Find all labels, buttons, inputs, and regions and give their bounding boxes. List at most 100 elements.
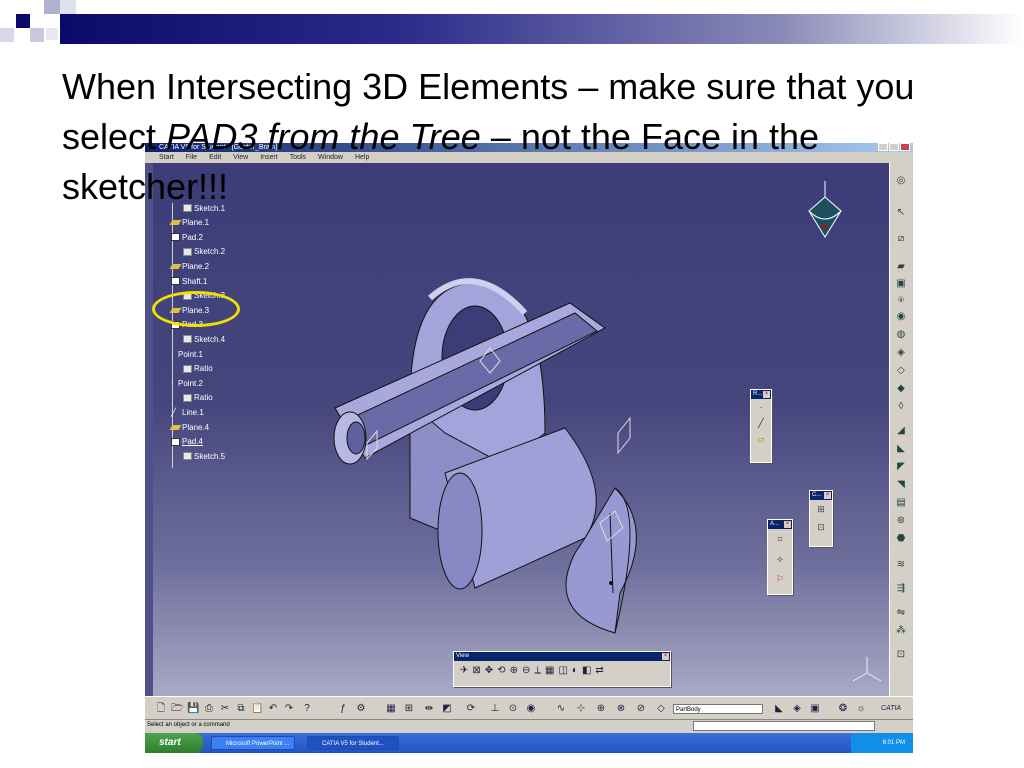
tree-node-pad-2[interactable]: Pad.2 — [171, 232, 203, 242]
scan-icon[interactable]: ◇ — [655, 703, 667, 715]
tree-node-shaft-1[interactable]: Shaft.1 — [171, 276, 207, 286]
command-input[interactable] — [693, 721, 875, 731]
constraint-dialog-icon[interactable]: ⊡ — [810, 518, 832, 536]
in-work-object-icon[interactable]: ◣ — [773, 703, 785, 715]
redo-icon[interactable]: ↷ — [283, 703, 295, 715]
help-icon[interactable]: ? — [301, 703, 313, 715]
remove-face-icon[interactable]: ⬣ — [894, 533, 908, 545]
slot-icon[interactable]: ◈ — [894, 347, 908, 359]
sketch-icon[interactable]: ⧄ — [894, 233, 908, 245]
loft-icon[interactable]: ◆ — [894, 383, 908, 395]
plane-icon[interactable]: ▱ — [751, 431, 771, 447]
tree-node-point-2[interactable]: · Point.2 — [171, 378, 203, 389]
tree-scrollbar[interactable] — [145, 163, 153, 696]
close-icon[interactable]: × — [824, 492, 831, 499]
deco-square — [16, 14, 30, 28]
table-icon[interactable]: ▦ — [385, 703, 397, 715]
draft-analysis-icon[interactable]: ⌗ — [768, 529, 792, 549]
fly-mode-icon[interactable]: ✈ — [460, 665, 468, 676]
fit-all-icon[interactable]: ⊠ — [472, 665, 480, 676]
copy-icon[interactable]: ⧉ — [235, 703, 247, 715]
catalog-icon[interactable]: ⊞ — [403, 703, 415, 715]
pan-icon[interactable]: ✥ — [485, 665, 493, 676]
close-icon[interactable]: × — [763, 391, 770, 398]
fillet-icon[interactable]: ◢ — [894, 425, 908, 437]
tree-node-ratio[interactable]: Ratio — [183, 393, 213, 403]
point-icon[interactable]: · — [751, 399, 771, 415]
thread-icon[interactable]: ⊛ — [894, 515, 908, 527]
hide-show-icon[interactable]: ◧ — [582, 665, 591, 676]
tangent-icon[interactable]: ⚐ — [768, 569, 792, 589]
chamfer-icon[interactable]: ◣ — [894, 443, 908, 455]
stiffener-icon[interactable]: ◇ — [894, 365, 908, 377]
zoom-in-icon[interactable]: ⊕ — [510, 665, 518, 676]
normal-view-icon[interactable]: ⟂ — [534, 665, 541, 676]
shaft-icon[interactable]: ⍟ — [894, 295, 908, 307]
start-button[interactable]: start — [145, 733, 203, 753]
knowledge-icon[interactable]: ⚙ — [355, 703, 367, 715]
environment-icon[interactable]: ❂ — [837, 703, 849, 715]
tree-node-sketch-5[interactable]: Sketch.5 — [183, 451, 225, 461]
3d-model[interactable] — [145, 163, 889, 696]
tree-node-ratio[interactable]: Ratio — [183, 364, 213, 374]
scaling-icon[interactable]: ⊡ — [894, 649, 908, 661]
new-icon[interactable]: 🗋 — [155, 703, 167, 715]
3d-viewport[interactable]: Sketch.1 Plane.1 Pad.2 Sketch.2 Plane.2 Shaft… — [145, 163, 889, 696]
task-catia[interactable]: CATIA V5 for Student... — [307, 736, 399, 750]
tree-node-point-1[interactable]: · Point.1 — [171, 349, 203, 360]
pad-icon[interactable]: ▰ — [894, 261, 908, 273]
tree-node-pad-4[interactable]: Pad.4 — [171, 437, 203, 447]
remove-loft-icon[interactable]: ◊ — [894, 401, 908, 413]
boolean-icon[interactable]: ⊕ — [595, 703, 607, 715]
intersect-icon[interactable]: ⊘ — [635, 703, 647, 715]
undo-icon[interactable]: ↶ — [267, 703, 279, 715]
body-icon[interactable]: ◉ — [525, 703, 537, 715]
paste-icon[interactable]: 📋 — [251, 703, 263, 715]
tree-node-plane-2[interactable]: Plane.2 — [169, 261, 209, 271]
save-icon[interactable]: 💾 — [187, 703, 199, 715]
apply-material-icon[interactable]: ◩ — [441, 703, 453, 715]
close-icon[interactable]: × — [662, 653, 669, 660]
pattern-icon[interactable]: ⁂ — [894, 625, 908, 637]
mirror-icon[interactable]: ⇋ — [894, 607, 908, 619]
tree-node-sketch-4[interactable]: Sketch.4 — [183, 334, 225, 344]
measure-icon[interactable]: ⇹ — [423, 703, 435, 715]
close-icon[interactable]: × — [784, 521, 791, 528]
shell-icon[interactable]: ◥ — [894, 479, 908, 491]
coordinate-icon[interactable]: ⊹ — [575, 703, 587, 715]
assemble-icon[interactable]: ⊗ — [615, 703, 627, 715]
translation-icon[interactable]: ⇶ — [894, 583, 908, 595]
shading-icon[interactable]: ◐ — [572, 665, 578, 676]
formula-icon[interactable]: ƒ — [337, 703, 349, 715]
pocket-icon[interactable]: ▣ — [894, 278, 908, 290]
render-icon[interactable]: ▣ — [809, 703, 821, 715]
sweep-icon[interactable]: ∿ — [555, 703, 567, 715]
partbody-select[interactable]: PartBody — [673, 704, 763, 714]
swap-space-icon[interactable]: ⇄ — [595, 665, 603, 676]
rib-icon[interactable]: ◍ — [894, 329, 908, 341]
tree-node-plane-1[interactable]: Plane.1 — [169, 218, 209, 228]
hole-icon[interactable]: ◉ — [894, 311, 908, 323]
print-icon[interactable]: ⎙ — [203, 703, 215, 715]
zoom-out-icon[interactable]: ⊖ — [522, 665, 530, 676]
curvature-icon[interactable]: ⟡ — [768, 549, 792, 569]
tree-node-line-1[interactable]: ╱ Line.1 — [171, 407, 204, 418]
split-icon[interactable]: ≋ — [894, 559, 908, 571]
constraint-icon[interactable]: ⊞ — [810, 500, 832, 518]
axis-system-icon[interactable]: ⊥ — [489, 703, 501, 715]
open-icon[interactable]: 🗁 — [171, 703, 183, 715]
iso-view-icon[interactable]: ◫ — [558, 665, 567, 676]
line-icon[interactable]: ╱ — [751, 415, 771, 431]
light-icon[interactable]: ☼ — [855, 703, 867, 715]
tree-node-sketch-2[interactable]: Sketch.2 — [183, 247, 225, 257]
point-tool-icon[interactable]: ⊙ — [507, 703, 519, 715]
multi-view-icon[interactable]: ▦ — [545, 665, 554, 676]
draft-icon[interactable]: ◤ — [894, 461, 908, 473]
update-icon[interactable]: ⟳ — [465, 703, 477, 715]
tree-node-plane-4[interactable]: Plane.4 — [169, 422, 209, 432]
rotate-icon[interactable]: ⟲ — [497, 665, 505, 676]
photo-studio-icon[interactable]: ◈ — [791, 703, 803, 715]
thickness-icon[interactable]: ▤ — [894, 497, 908, 509]
cut-icon[interactable]: ✂ — [219, 703, 231, 715]
task-powerpoint[interactable]: Microsoft PowerPoint ... — [211, 736, 295, 750]
